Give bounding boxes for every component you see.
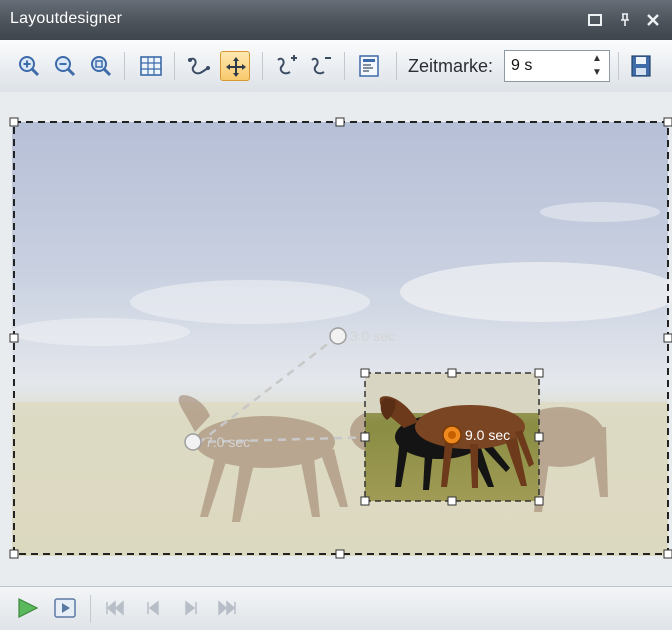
playback-bar bbox=[0, 586, 672, 630]
toolbar-separator bbox=[262, 52, 263, 80]
minimize-icon bbox=[588, 14, 602, 26]
last-frame-icon bbox=[218, 600, 236, 616]
next-frame-button[interactable] bbox=[178, 595, 204, 621]
toolbar-separator bbox=[124, 52, 125, 80]
remove-keyframe-button[interactable] bbox=[306, 51, 336, 81]
next-frame-icon bbox=[185, 600, 197, 616]
toolbar-separator bbox=[344, 52, 345, 80]
toolbar: Zeitmarke: ▲ ▼ bbox=[0, 40, 672, 93]
align-button[interactable] bbox=[354, 51, 384, 81]
stage-svg: 3.0 sec 7.0 sec 9.0 sec bbox=[9, 117, 672, 559]
first-frame-icon bbox=[106, 600, 124, 616]
close-button[interactable] bbox=[642, 9, 664, 31]
spin-down-icon[interactable]: ▼ bbox=[588, 66, 606, 80]
window-title: Layoutdesigner bbox=[10, 10, 123, 27]
save-icon bbox=[631, 55, 651, 77]
remove-keyframe-icon bbox=[311, 57, 331, 75]
keyframe-label: 3.0 sec bbox=[350, 328, 395, 344]
close-icon bbox=[647, 14, 659, 26]
zoom-in-button[interactable] bbox=[14, 51, 44, 81]
grid-button[interactable] bbox=[136, 51, 166, 81]
title-bar: Layoutdesigner bbox=[0, 0, 672, 40]
playback-separator bbox=[90, 595, 91, 623]
add-keyframe-icon bbox=[277, 55, 297, 75]
previous-frame-icon bbox=[147, 600, 159, 616]
zoom-out-icon bbox=[55, 56, 76, 77]
motion-path-button[interactable] bbox=[184, 51, 214, 81]
first-frame-button[interactable] bbox=[102, 595, 128, 621]
align-icon bbox=[359, 55, 379, 77]
zoom-fit-icon bbox=[91, 56, 112, 77]
keyframe-marker[interactable]: 7.0 sec bbox=[184, 433, 250, 451]
toolbar-separator bbox=[174, 52, 175, 80]
play-selection-button[interactable] bbox=[52, 595, 78, 621]
keyframe-label: 7.0 sec bbox=[205, 434, 250, 450]
pin-icon bbox=[621, 13, 629, 26]
zoom-out-button[interactable] bbox=[50, 51, 80, 81]
zeitmarke-spinner[interactable]: ▲ ▼ bbox=[588, 52, 606, 80]
zoom-fit-button[interactable] bbox=[86, 51, 116, 81]
motion-path-icon bbox=[188, 57, 210, 75]
last-frame-button[interactable] bbox=[214, 595, 240, 621]
move-icon bbox=[226, 57, 246, 77]
play-button[interactable] bbox=[14, 595, 40, 621]
keyframe-label-current: 9.0 sec bbox=[465, 427, 510, 443]
play-selection-icon bbox=[54, 598, 76, 618]
add-keyframe-button[interactable] bbox=[272, 51, 302, 81]
move-button[interactable] bbox=[220, 51, 250, 81]
pin-button[interactable] bbox=[614, 9, 636, 31]
save-button[interactable] bbox=[626, 51, 656, 81]
minimize-button[interactable] bbox=[584, 9, 606, 31]
zeitmarke-label: Zeitmarke: bbox=[408, 56, 494, 76]
toolbar-separator bbox=[618, 52, 619, 80]
toolbar-separator bbox=[396, 52, 397, 80]
play-icon bbox=[18, 598, 39, 618]
keyframe-marker[interactable]: 3.0 sec bbox=[329, 327, 395, 345]
spin-up-icon[interactable]: ▲ bbox=[588, 52, 606, 66]
previous-frame-button[interactable] bbox=[140, 595, 166, 621]
grid-icon bbox=[140, 56, 162, 76]
stage-canvas[interactable]: 3.0 sec 7.0 sec 9.0 sec bbox=[0, 92, 672, 586]
layoutdesigner-window: Layoutdesigner Zeitmarke: 9 s ▲ ▼ 3.0 se… bbox=[0, 0, 672, 630]
zoom-in-icon bbox=[19, 56, 40, 77]
keyframe-marker-current[interactable]: 9.0 sec bbox=[442, 425, 510, 445]
